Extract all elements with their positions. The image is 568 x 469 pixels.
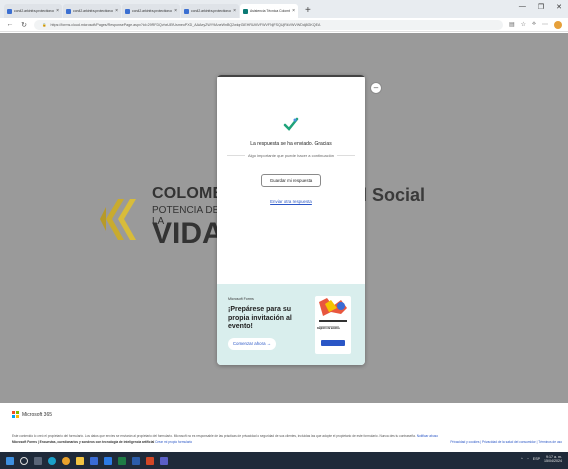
url-text: https://forms.cloud.microsoft/Pages/Resp… [50, 22, 321, 27]
partial-heading: l Social [362, 185, 426, 205]
search-icon[interactable] [20, 456, 28, 465]
logo-mark-icon [100, 199, 136, 240]
page-icon [66, 8, 71, 14]
dialog-top-border [217, 75, 365, 77]
window-controls: — ❐ ✕ [519, 3, 562, 11]
promo-brand: Microsoft Forms [228, 297, 254, 301]
clock-date: 15/04/2024 [544, 459, 562, 464]
url-field[interactable]: 🔒 https://forms.cloud.microsoft/Pages/Re… [34, 19, 503, 30]
refresh-icon[interactable]: ↻ [20, 21, 28, 29]
page-footer: Microsoft 365 Este contenido lo creó el … [0, 403, 568, 452]
report-abuse-link[interactable]: Notificar abuso [417, 434, 438, 438]
extensions-icon[interactable]: ⟡ [532, 21, 536, 28]
excel-icon[interactable] [118, 456, 126, 465]
chevron-up-icon[interactable]: ^ [521, 457, 523, 461]
toolbar-icons: ▤ ☆ ⟡ ⋯ [509, 20, 562, 29]
clock[interactable]: 9:17 a. m. 15/04/2024 [544, 455, 562, 464]
microsoft-logo-icon [12, 411, 19, 418]
page-icon [7, 8, 12, 14]
chrome-icon[interactable] [62, 456, 70, 465]
forms-line-text: Microsoft Forms | Encuestas, cuestionari… [12, 440, 155, 444]
lock-icon: 🔒 [42, 22, 47, 27]
dialog-close-button[interactable]: – [370, 82, 382, 94]
language-indicator[interactable]: ESP [533, 457, 540, 461]
page-icon [184, 8, 189, 14]
more-icon[interactable]: ⋯ [542, 21, 548, 28]
teams-icon[interactable] [160, 456, 168, 465]
create-form-link[interactable]: Crear mi propio formulario [155, 440, 192, 444]
windows-start-icon[interactable] [6, 456, 14, 465]
taskview-icon[interactable] [34, 456, 42, 465]
tab-close-icon[interactable]: × [174, 8, 177, 14]
word-icon[interactable] [132, 456, 140, 465]
new-tab-icon[interactable]: + [305, 4, 311, 18]
outlook-icon[interactable] [104, 456, 112, 465]
submission-dialog: La respuesta se ha enviado. Gracias Algo… [217, 75, 365, 365]
tab-title: con42.arkinfra.protectionoutlo [132, 9, 172, 13]
tab-title: con42.arkinfra.protectionoutlo [73, 9, 113, 13]
address-bar: ← ↻ 🔒 https://forms.cloud.microsoft/Page… [0, 18, 568, 32]
tab-close-icon[interactable]: × [115, 8, 118, 14]
browser-tab[interactable]: con42.arkinfra.protectionoutlo × [63, 4, 121, 18]
footer-forms-line: Microsoft Forms | Encuestas, cuestionari… [12, 440, 192, 444]
tab-close-icon[interactable]: × [56, 8, 59, 14]
windows-taskbar: ^ ◔ ESP 9:17 a. m. 15/04/2024 [0, 452, 568, 469]
browser-tab[interactable]: con42.arkinfra.protectionoutlo × [4, 4, 62, 18]
tab-title: Asistencia Técnica Colombia Pote [250, 9, 291, 13]
wifi-icon[interactable]: ◔ [527, 457, 529, 461]
dialog-title: La respuesta se ha enviado. Gracias [250, 141, 332, 147]
page-icon [125, 8, 130, 14]
colombia-logo: COLOMBIA POTENCIA DE LA VIDA [96, 157, 241, 267]
reader-icon[interactable]: ▤ [509, 21, 515, 28]
favorite-icon[interactable]: ☆ [521, 21, 526, 28]
edge-icon[interactable] [48, 456, 56, 465]
system-tray: ^ ◔ ESP 9:17 a. m. 15/04/2024 [521, 455, 562, 464]
forms-promo: Microsoft Forms ¡Prepárese para su propi… [217, 284, 365, 365]
promo-card-label: Registro de eventos [317, 327, 340, 330]
save-response-button[interactable]: Guardar mi respuesta [261, 174, 321, 187]
back-icon[interactable]: ← [6, 21, 14, 28]
browser-tab[interactable]: con42.arkinfra.protectionoutlo × [122, 4, 180, 18]
store-icon[interactable] [90, 456, 98, 465]
folder-icon[interactable] [76, 456, 84, 465]
minimize-icon[interactable]: — [519, 3, 526, 11]
footer-legal-links[interactable]: Privacidad y cookies | Privacidad de la … [450, 440, 562, 444]
start-now-button[interactable]: Comenzar ahora → [228, 338, 276, 350]
promo-heading: ¡Prepárese para su propia invitación al … [228, 306, 292, 330]
tab-title: con42.arkinfra.protectionoutlo [191, 9, 231, 13]
checkmark-icon [283, 117, 299, 131]
browser-tabstrip: con42.arkinfra.protectionoutlo × con42.a… [0, 0, 568, 18]
microsoft-365-label: Microsoft 365 [22, 411, 53, 418]
footer-disclaimer: Este contenido lo creó el propietario de… [12, 434, 560, 438]
dialog-subtitle: Algo importante que puede hacer a contin… [217, 153, 365, 158]
maximize-icon[interactable]: ❐ [538, 3, 544, 11]
tab-close-icon[interactable]: × [233, 8, 236, 14]
window-close-icon[interactable]: ✕ [556, 3, 562, 11]
logo-line-3: VIDA [152, 217, 224, 250]
browser-tab[interactable]: con42.arkinfra.protectionoutlo × [181, 4, 239, 18]
profile-avatar[interactable] [554, 20, 562, 29]
forms-icon [243, 8, 248, 14]
microsoft-365-logo: Microsoft 365 [12, 411, 52, 418]
browser-tab-active[interactable]: Asistencia Técnica Colombia Pote × [240, 4, 298, 18]
tab-title: con42.arkinfra.protectionoutlo [14, 9, 54, 13]
disclaimer-text: Este contenido lo creó el propietario de… [12, 434, 416, 438]
tab-close-icon[interactable]: × [292, 8, 295, 14]
powerpoint-icon[interactable] [146, 456, 154, 465]
event-card-illustration [315, 296, 351, 354]
send-another-link[interactable]: Enviar otra respuesta [217, 199, 365, 204]
